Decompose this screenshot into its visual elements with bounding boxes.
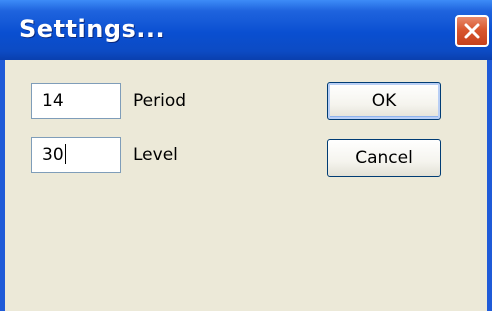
period-value: 14	[42, 91, 64, 111]
text-caret	[64, 144, 66, 164]
close-button[interactable]	[455, 15, 489, 47]
ok-button-label: OK	[371, 91, 397, 111]
period-field[interactable]: 14	[31, 83, 121, 119]
cancel-button-label: Cancel	[355, 148, 413, 168]
cancel-button[interactable]: Cancel	[327, 139, 441, 177]
level-field[interactable]: 30	[31, 137, 121, 173]
dialog-title: Settings...	[19, 15, 166, 43]
ok-button[interactable]: OK	[327, 82, 441, 120]
level-label: Level	[133, 145, 178, 165]
close-icon	[463, 22, 481, 40]
period-label: Period	[133, 91, 187, 111]
level-value: 30	[42, 145, 64, 165]
dialog-content: 14 Period 30 Level OK Cancel	[5, 60, 487, 311]
title-bar[interactable]: Settings...	[0, 0, 492, 60]
settings-dialog: Settings... 14 Period 30 Level OK Cancel	[0, 0, 492, 311]
